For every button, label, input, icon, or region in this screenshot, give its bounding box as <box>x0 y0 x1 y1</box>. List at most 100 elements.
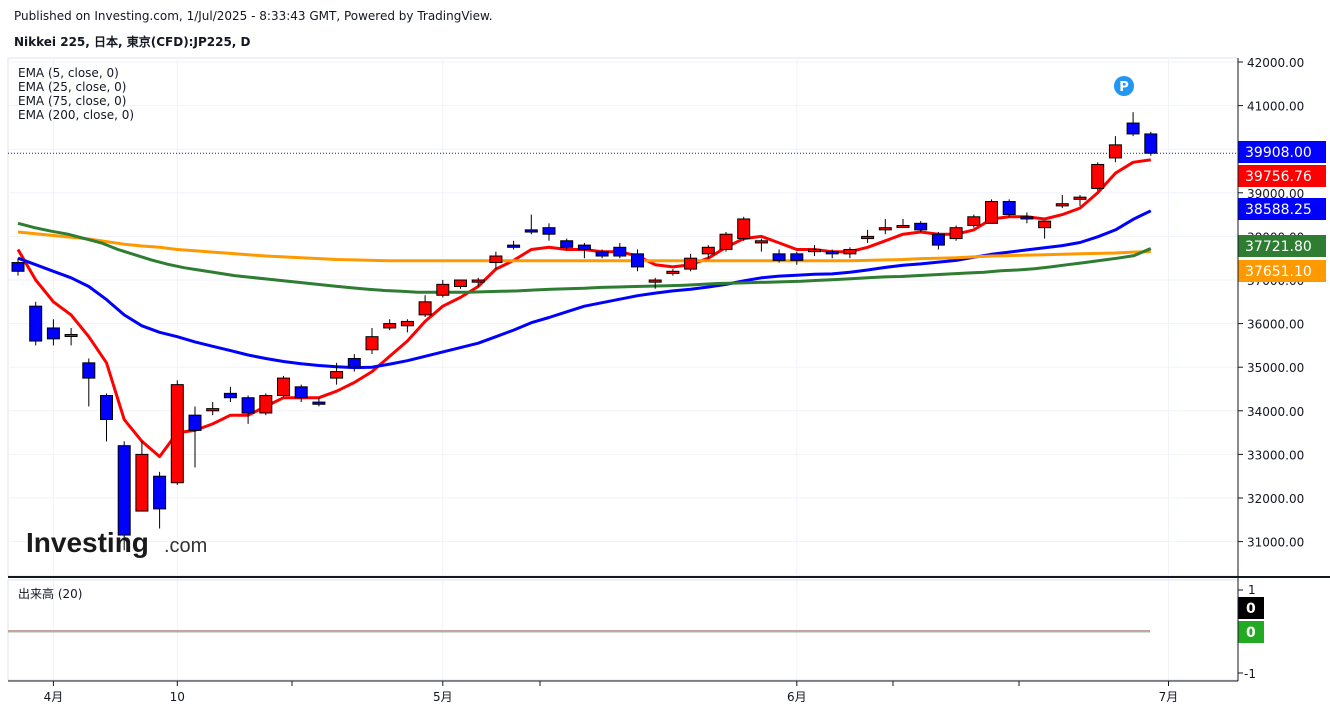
candle <box>29 301 43 346</box>
candle <box>772 249 786 263</box>
p-marker[interactable]: P <box>1114 76 1134 96</box>
candle-body-up <box>1108 144 1122 159</box>
candle-body-up <box>206 408 220 412</box>
ema-lines <box>16 158 1152 459</box>
candle-body-up <box>737 218 751 240</box>
time-tick-label: 4月 <box>44 690 64 704</box>
candle-body-down <box>188 414 202 431</box>
candle-body-down <box>1144 133 1158 154</box>
candle-body-down <box>577 244 591 250</box>
candle-body-down <box>312 401 326 405</box>
candle-body-up <box>471 279 485 283</box>
candle <box>1055 194 1069 209</box>
price-tick-label: 36000.00 <box>1247 318 1304 332</box>
candle-body-up <box>985 201 998 224</box>
price-tag-label: 37721.80 <box>1245 239 1312 255</box>
candle-body-down <box>223 392 237 399</box>
candle <box>454 279 467 289</box>
candle <box>985 199 998 224</box>
candle-body-down <box>241 397 255 414</box>
candle <box>100 393 113 442</box>
price-axis[interactable]: 31000.00 32000.00 33000.00 34000.00 35000.00… <box>1238 56 1304 550</box>
candle-body-down <box>347 357 361 368</box>
candle <box>967 214 981 228</box>
candle <box>719 232 733 252</box>
candle-body-down <box>542 227 556 235</box>
candle <box>1091 162 1105 191</box>
candle <box>277 375 290 398</box>
candle <box>631 249 644 272</box>
candle-body-up <box>949 227 963 240</box>
candle-body-up <box>1091 163 1105 189</box>
candle-body-down <box>595 251 609 257</box>
candle <box>914 221 928 233</box>
candle <box>259 393 273 416</box>
candle-body-up <box>330 371 344 379</box>
investing-logo: Investing .com <box>26 527 207 558</box>
price-tick-label: 32000.00 <box>1247 492 1304 506</box>
time-tick-label: 7月 <box>1159 690 1179 704</box>
price-tag-label: 39908.00 <box>1245 145 1312 161</box>
candle <box>542 223 556 241</box>
candle-body-up <box>365 336 379 351</box>
candle-body-down <box>29 305 43 342</box>
candle-body-up <box>896 225 910 228</box>
candle-body-down <box>1126 122 1140 135</box>
candle <box>64 327 78 346</box>
candle-body-down <box>100 395 113 421</box>
candle <box>400 319 414 333</box>
candle-body-down <box>1020 216 1034 220</box>
candle <box>808 245 821 257</box>
candle-body-down <box>11 262 25 272</box>
candle-body-up <box>878 227 892 231</box>
price-tag-label: 38588.25 <box>1245 202 1312 218</box>
candle-body-up <box>861 235 875 240</box>
candle <box>684 253 698 272</box>
price-tick-label: 31000.00 <box>1247 536 1304 550</box>
volume-tag-green-label: 0 <box>1246 625 1256 641</box>
candle <box>153 471 167 529</box>
candle-body-up <box>383 323 397 329</box>
candle-body-down <box>931 233 945 246</box>
candle <box>666 269 680 276</box>
candle-body-down <box>117 445 131 536</box>
legend-ema25: EMA (25, close, 0) <box>18 80 126 94</box>
candle-body-up <box>259 395 273 414</box>
candle <box>471 277 485 287</box>
volume-title: 出来高 (20) <box>18 586 82 601</box>
logo-light: .com <box>164 535 207 557</box>
candle-body-up <box>170 384 184 484</box>
price-tag-label: 37651.10 <box>1245 264 1312 280</box>
candle-body-down <box>46 327 60 340</box>
candle-body-up <box>400 320 414 327</box>
candle <box>82 358 96 407</box>
candle-body-up <box>719 233 733 250</box>
time-tick-label: 5月 <box>433 690 453 704</box>
candle <box>418 295 432 318</box>
candle <box>613 242 627 259</box>
time-tick-label: 10 <box>170 690 185 704</box>
price-tick-label: 34000.00 <box>1247 405 1304 419</box>
price-chart[interactable]: 31000.00 32000.00 33000.00 34000.00 35000.00… <box>0 0 1330 713</box>
grid <box>8 58 1238 681</box>
logo-bold: Investing <box>26 527 149 558</box>
candle-body-down <box>82 362 96 379</box>
candle <box>1020 212 1034 224</box>
candle-body-down <box>294 386 308 399</box>
candle-body-up <box>648 279 662 283</box>
candle-body-down <box>1002 201 1016 216</box>
candle <box>188 406 202 468</box>
candle <box>524 214 538 235</box>
candle <box>170 380 184 485</box>
volume-pane: 出来高 (20) 1 -1 0 0 <box>7 579 1264 681</box>
price-tick-label: 41000.00 <box>1247 100 1304 114</box>
price-tag-label: 39756.76 <box>1245 169 1312 185</box>
candle <box>1144 131 1158 156</box>
candle-body-up <box>701 246 715 255</box>
candle-body-up <box>277 377 290 397</box>
candle-body-down <box>560 240 574 248</box>
candle <box>896 218 910 228</box>
candle <box>737 216 751 241</box>
candle-body-up <box>489 255 503 264</box>
time-axis[interactable]: 4月 10 5月 6月 7月 <box>8 58 1239 704</box>
